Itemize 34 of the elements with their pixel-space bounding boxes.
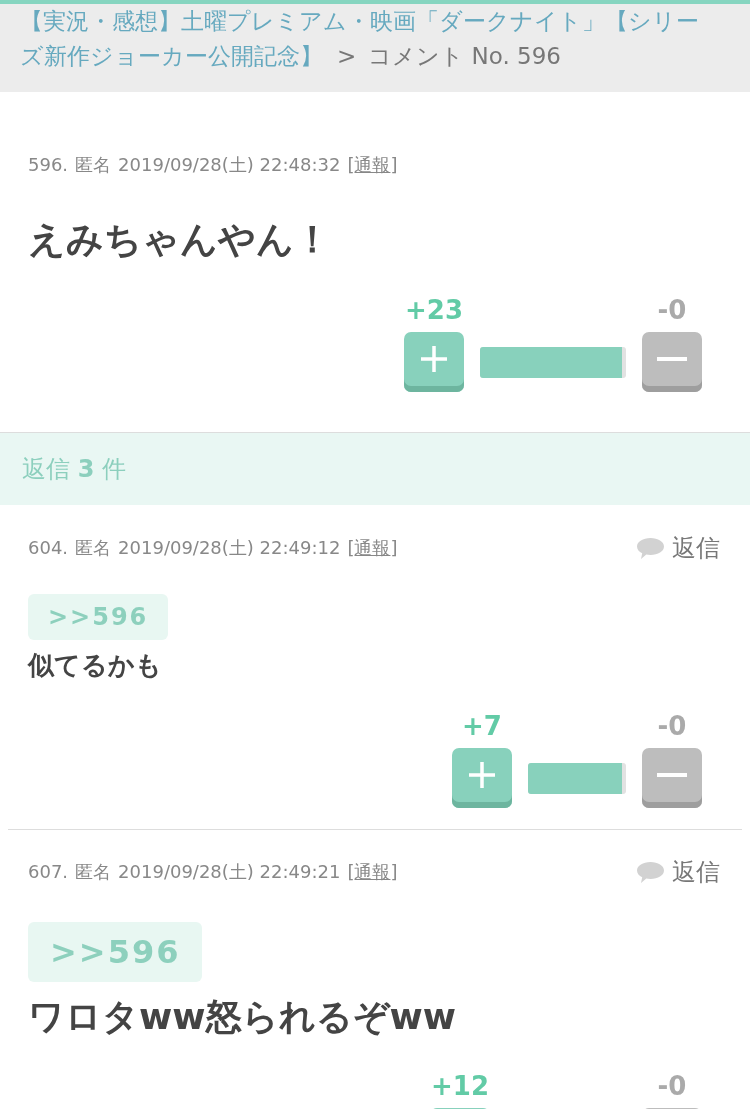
upvote-count: +7 bbox=[462, 711, 502, 741]
post-datetime: 2019/09/28(土) 22:49:21 bbox=[118, 860, 341, 884]
author-name: 匿名 bbox=[75, 153, 112, 177]
speech-bubble-icon bbox=[637, 861, 664, 883]
upvote-button[interactable] bbox=[452, 748, 512, 808]
post-datetime: 2019/09/28(土) 22:49:12 bbox=[118, 536, 341, 560]
downvote-button[interactable] bbox=[642, 332, 702, 392]
downvote-count: -0 bbox=[657, 1071, 687, 1101]
upvote-button[interactable] bbox=[404, 332, 464, 392]
reply-link[interactable]: 返信 bbox=[637, 856, 720, 888]
downvote-button[interactable] bbox=[642, 748, 702, 808]
upvote-count: +23 bbox=[405, 295, 463, 325]
plus-icon bbox=[467, 760, 497, 790]
minus-icon bbox=[657, 773, 687, 777]
report-link[interactable]: [通報] bbox=[347, 153, 398, 177]
minus-icon bbox=[657, 357, 687, 361]
reply-text: 似てるかも bbox=[28, 649, 162, 682]
upvote-count: +12 bbox=[431, 1071, 489, 1101]
author-name: 匿名 bbox=[75, 536, 112, 560]
author-name: 匿名 bbox=[75, 860, 112, 884]
reply-text: ワロタww怒られるぞww bbox=[28, 995, 457, 1039]
comment-number: 607. bbox=[28, 861, 69, 882]
comment-number: 596. bbox=[28, 154, 69, 175]
comment-number: 604. bbox=[28, 537, 69, 558]
post-datetime: 2019/09/28(土) 22:48:32 bbox=[118, 153, 341, 177]
downvote-count: -0 bbox=[657, 711, 687, 741]
report-link[interactable]: [通報] bbox=[347, 860, 398, 884]
speech-bubble-icon bbox=[637, 537, 664, 559]
replies-header: 返信 3 件 bbox=[0, 432, 750, 505]
downvote-count: -0 bbox=[657, 295, 687, 325]
plus-icon bbox=[419, 344, 449, 374]
report-link[interactable]: [通報] bbox=[347, 536, 398, 560]
reply-link[interactable]: 返信 bbox=[637, 532, 720, 564]
comment-text: えみちゃんやん！ bbox=[28, 217, 331, 263]
